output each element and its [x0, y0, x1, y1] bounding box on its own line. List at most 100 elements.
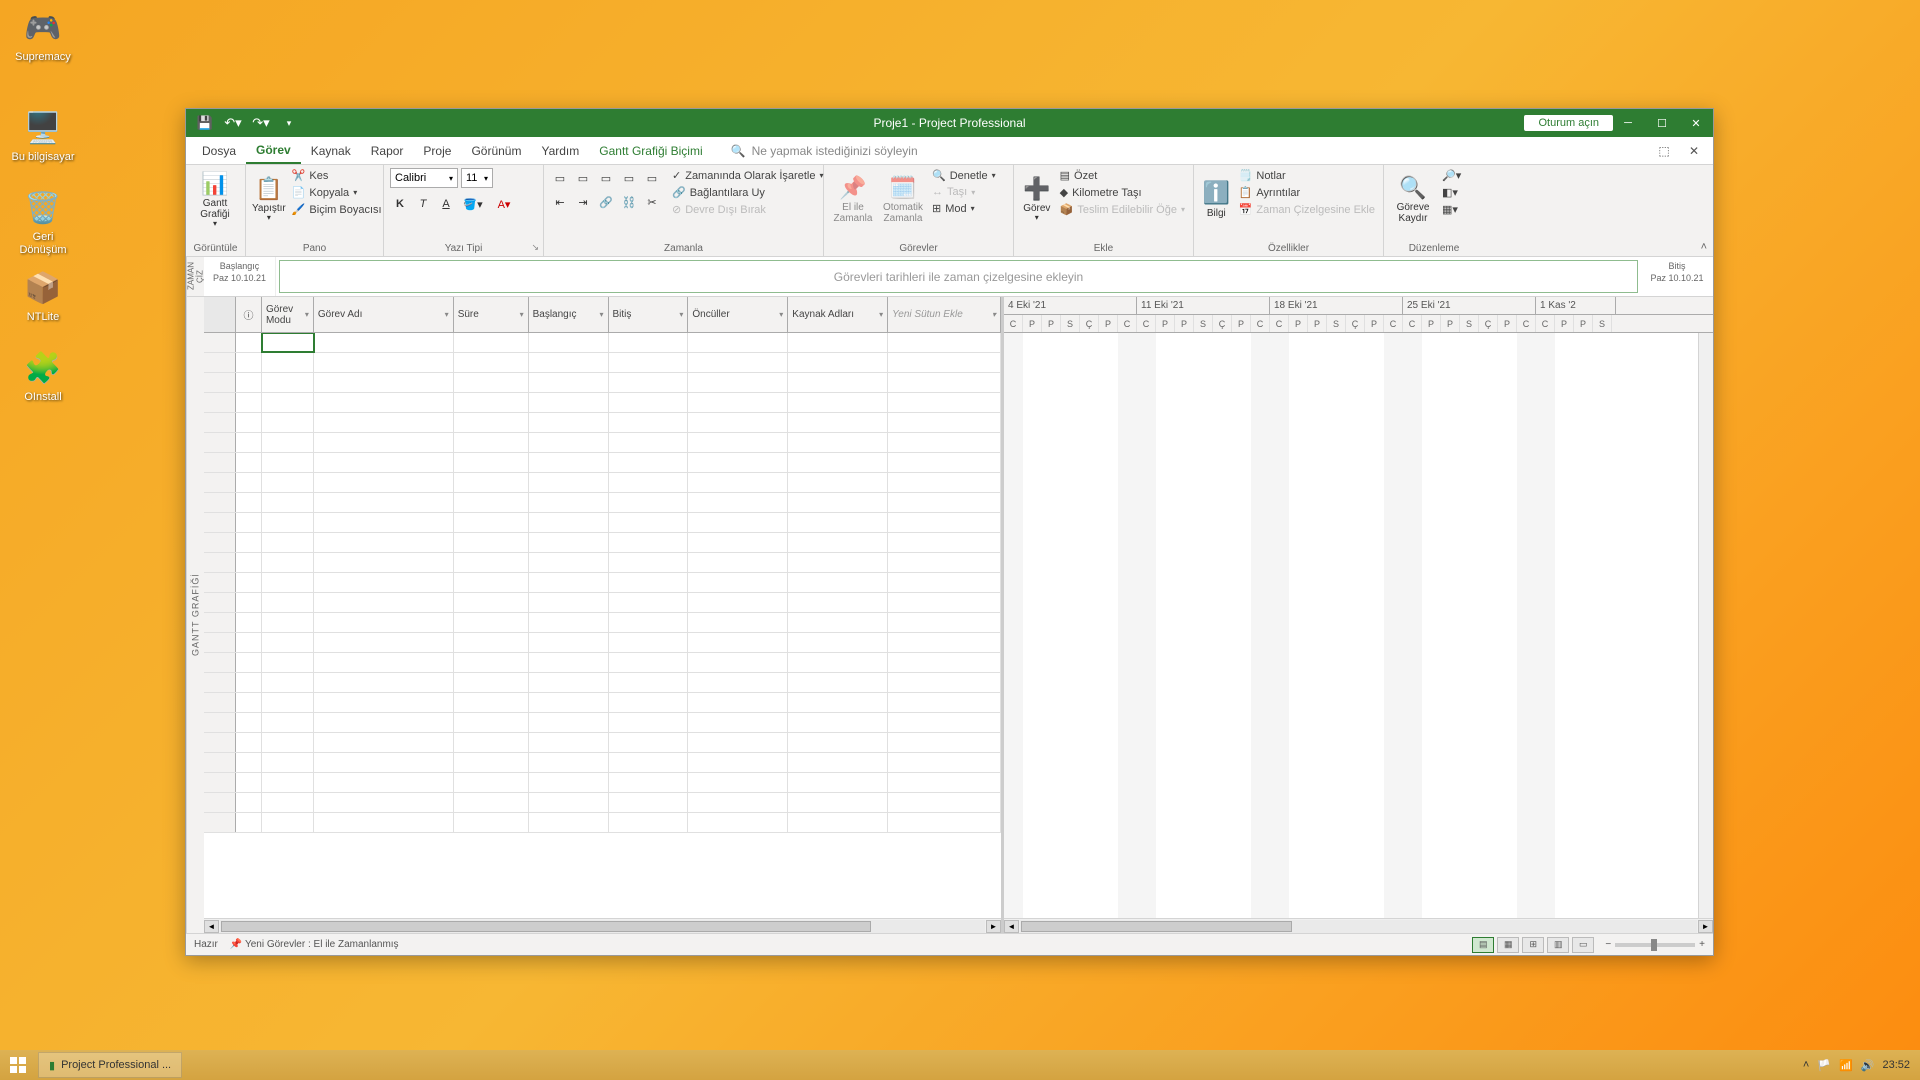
details-button[interactable]: 📋Ayrıntılar [1237, 185, 1377, 200]
summary-button[interactable]: ▤Özet [1058, 168, 1187, 183]
table-row[interactable] [204, 673, 1001, 693]
header-info[interactable]: ⓘ [236, 297, 262, 332]
tell-me-search[interactable]: 🔍 Ne yapmak istediğinizi söyleyin [731, 144, 918, 158]
bold-button[interactable]: K [390, 194, 410, 214]
table-row[interactable] [204, 693, 1001, 713]
zoom-out-icon[interactable]: − [1605, 939, 1611, 950]
underline-button[interactable]: A [436, 194, 456, 214]
tab-file[interactable]: Dosya [192, 139, 246, 163]
pct0-button[interactable]: ▭ [550, 168, 570, 188]
header-start[interactable]: Başlangıç▾ [529, 297, 609, 332]
table-row[interactable] [204, 413, 1001, 433]
info-button[interactable]: ℹ️ Bilgi [1200, 168, 1233, 232]
mode-button[interactable]: ⊞Mod▾ [930, 201, 998, 216]
font-size-combo[interactable]: 11▾ [461, 168, 493, 188]
table-row[interactable] [204, 593, 1001, 613]
respect-links-button[interactable]: 🔗Bağlantılara Uy [670, 185, 825, 200]
header-mode[interactable]: Görev Modu▾ [262, 297, 314, 332]
font-color-button[interactable]: A▾ [490, 194, 518, 214]
view-usage-button[interactable]: ▦ [1497, 937, 1519, 953]
table-row[interactable] [204, 773, 1001, 793]
tab-project[interactable]: Proje [413, 139, 461, 163]
table-row[interactable] [204, 533, 1001, 553]
undo-icon[interactable]: ↶▾ [222, 112, 244, 134]
font-launcher-icon[interactable]: ↘ [531, 242, 539, 253]
font-name-combo[interactable]: Calibri▾ [390, 168, 458, 188]
qat-customize-icon[interactable]: ▾ [278, 112, 300, 134]
tray-up-icon[interactable]: ˄ [1803, 1059, 1809, 1071]
inspect-button[interactable]: 🔍Denetle▾ [930, 168, 998, 183]
zoom-in-icon[interactable]: + [1699, 939, 1705, 950]
manual-schedule-button[interactable]: 📌 El ile Zamanla [830, 168, 876, 232]
redo-icon[interactable]: ↷▾ [250, 112, 272, 134]
gantt-scroll-right-icon[interactable]: ► [1698, 920, 1713, 933]
gantt-chart-button[interactable]: 📊 Gantt Grafiği ▾ [192, 168, 238, 232]
tab-view[interactable]: Görünüm [461, 139, 531, 163]
save-icon[interactable]: 💾 [194, 112, 216, 134]
timeline-body[interactable]: Görevleri tarihleri ile zaman çizelgesin… [279, 260, 1638, 293]
table-row[interactable] [204, 373, 1001, 393]
table-row[interactable] [204, 613, 1001, 633]
table-row[interactable] [204, 573, 1001, 593]
fill-color-button[interactable]: 🪣▾ [459, 194, 487, 214]
close-button[interactable]: ✕ [1679, 109, 1713, 137]
header-finish[interactable]: Bitiş▾ [609, 297, 689, 332]
ribbon-close-icon[interactable]: ✕ [1683, 140, 1705, 162]
header-resources[interactable]: Kaynak Adları▾ [788, 297, 888, 332]
scroll-left-icon[interactable]: ◄ [204, 920, 219, 933]
italic-button[interactable]: T [413, 194, 433, 214]
header-add-column[interactable]: Yeni Sütun Ekle▾ [888, 297, 1001, 332]
ribbon-display-icon[interactable]: ⬚ [1653, 140, 1675, 162]
outdent-button[interactable]: ⇤ [550, 192, 570, 212]
table-row[interactable] [204, 633, 1001, 653]
table-row[interactable] [204, 353, 1001, 373]
tray-volume-icon[interactable]: 🔊 [1861, 1059, 1875, 1072]
milestone-button[interactable]: ◆Kilometre Taşı [1058, 185, 1187, 200]
table-row[interactable] [204, 713, 1001, 733]
scroll-to-task-button[interactable]: 🔍 Göreve Kaydır [1390, 168, 1436, 232]
table-row[interactable] [204, 333, 1001, 353]
zoom-control[interactable]: − + [1605, 939, 1705, 950]
grid-hscroll[interactable]: ◄ ► [204, 918, 1001, 933]
header-name[interactable]: Görev Adı▾ [314, 297, 454, 332]
tray-network-icon[interactable]: 📶 [1839, 1059, 1853, 1072]
header-duration[interactable]: Süre▾ [454, 297, 529, 332]
table-row[interactable] [204, 453, 1001, 473]
collapse-ribbon-icon[interactable]: ˄ [1701, 241, 1707, 253]
table-row[interactable] [204, 813, 1001, 833]
desktop-icon-bu-bilgisayar[interactable]: 🖥️Bu bilgisayar [8, 108, 78, 164]
start-button[interactable] [0, 1050, 36, 1080]
view-gantt-button[interactable]: ▤ [1472, 937, 1494, 953]
copy-button[interactable]: 📄Kopyala▾ [290, 185, 384, 200]
table-row[interactable] [204, 793, 1001, 813]
table-row[interactable] [204, 753, 1001, 773]
tab-format[interactable]: Gantt Grafiği Biçimi [589, 139, 712, 163]
view-resource-button[interactable]: ▥ [1547, 937, 1569, 953]
desktop-icon-geri-dönüşüm[interactable]: 🗑️Geri Dönüşüm [8, 188, 78, 257]
format-painter-button[interactable]: 🖌️Biçim Boyacısı [290, 202, 384, 217]
header-predecessors[interactable]: Öncüller▾ [688, 297, 788, 332]
gantt-vscroll[interactable] [1698, 333, 1713, 918]
header-rowselect[interactable] [204, 297, 236, 332]
tab-report[interactable]: Rapor [361, 139, 414, 163]
grid-rows[interactable] [204, 333, 1001, 918]
view-report-button[interactable]: ▭ [1572, 937, 1594, 953]
table-row[interactable] [204, 733, 1001, 753]
unlink-button[interactable]: ⛓️ [619, 192, 639, 212]
clear-button[interactable]: ◧▾ [1440, 185, 1463, 200]
pct100-button[interactable]: ▭ [642, 168, 662, 188]
desktop-icon-supremacy[interactable]: 🎮Supremacy [8, 8, 78, 64]
task-insert-button[interactable]: ➕ Görev ▾ [1020, 168, 1054, 232]
fill-button[interactable]: ▦▾ [1440, 202, 1463, 217]
table-row[interactable] [204, 393, 1001, 413]
auto-schedule-button[interactable]: 🗓️ Otomatik Zamanla [880, 168, 926, 232]
indent-button[interactable]: ⇥ [573, 192, 593, 212]
mark-ontrack-button[interactable]: ✓Zamanında Olarak İşaretle▾ [670, 168, 825, 183]
pct75-button[interactable]: ▭ [619, 168, 639, 188]
sign-in-button[interactable]: Oturum açın [1524, 115, 1613, 131]
table-row[interactable] [204, 653, 1001, 673]
tab-task[interactable]: Görev [246, 138, 301, 164]
table-row[interactable] [204, 433, 1001, 453]
find-button[interactable]: 🔎▾ [1440, 168, 1463, 183]
desktop-icon-oinstall[interactable]: 🧩OInstall [8, 348, 78, 404]
